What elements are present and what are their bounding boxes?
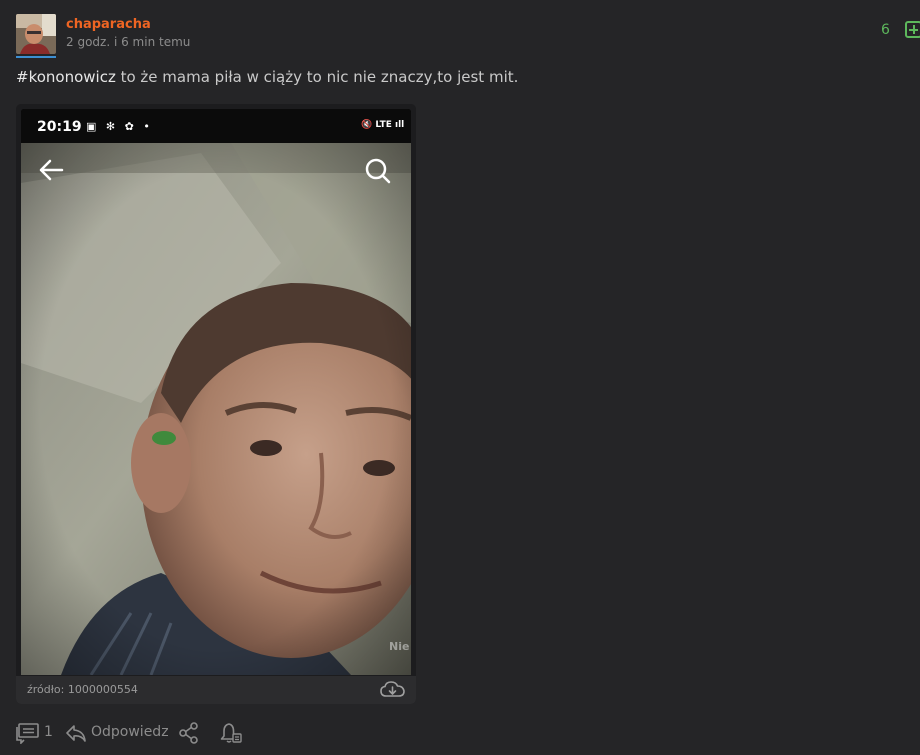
hashtag-link[interactable]: #kononowicz [16,68,116,86]
embed-footer: źródło: 1000000554 [16,676,416,704]
vote-count: 6 [881,22,890,38]
status-icons-left: ▣ ✻ ✿ • [86,120,153,133]
reply-label: Odpowiedz [91,724,169,740]
avatar-underline [16,56,56,58]
embedded-image-card: 20:19 ▣ ✻ ✿ • 🔇 LTE ıll Nie źródło: 1000… [16,104,416,704]
comments-button[interactable]: 1 [16,720,56,746]
notification-bell-icon [220,723,242,743]
download-cloud-icon [380,681,405,697]
post-timestamp[interactable]: 2 godz. i 6 min temu [66,35,190,49]
comments-count: 1 [44,724,53,740]
notification-button[interactable] [220,720,242,746]
upvote-button[interactable] [905,21,920,38]
entry-post: chaparacha 2 godz. i 6 min temu 6 #konon… [0,0,920,755]
reply-button[interactable]: Odpowiedz [66,720,176,746]
author-username[interactable]: chaparacha [66,17,151,32]
share-button[interactable] [178,720,200,746]
post-content: #kononowicz to że mama piła w ciąży to n… [16,68,518,86]
selfie-photo [21,143,411,675]
download-button[interactable] [380,680,406,700]
embedded-screenshot[interactable]: 20:19 ▣ ✻ ✿ • 🔇 LTE ıll Nie [21,109,411,675]
post-text: to że mama piła w ciąży to nic nie znacz… [115,68,519,86]
status-time: 20:19 [37,119,82,135]
status-icons-right: 🔇 LTE ıll [361,120,405,130]
comments-icon [16,723,39,744]
image-source[interactable]: źródło: 1000000554 [27,683,138,696]
post-actions: 1 Odpowiedz [16,720,276,746]
reply-icon [66,725,86,742]
phone-status-bar: 20:19 ▣ ✻ ✿ • 🔇 LTE ıll [21,109,411,143]
share-icon [179,722,198,744]
avatar[interactable] [16,14,56,54]
watermark-text: Nie [389,640,410,653]
